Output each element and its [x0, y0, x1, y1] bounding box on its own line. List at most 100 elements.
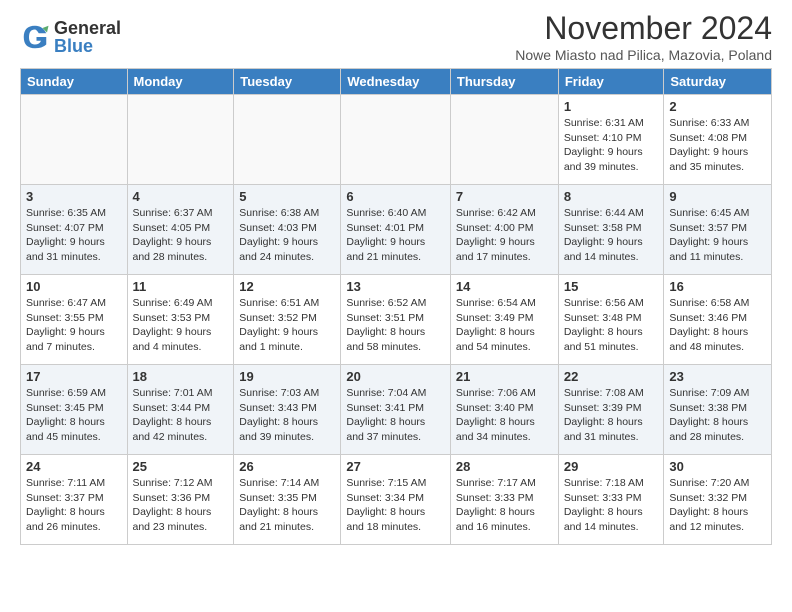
calendar-cell: 15 Sunrise: 6:56 AM Sunset: 3:48 PM Dayli… — [558, 275, 664, 365]
header: General Blue November 2024 Nowe Miasto n… — [0, 0, 792, 68]
day-number: 5 — [239, 189, 335, 204]
day-number: 18 — [133, 369, 229, 384]
day-info: Sunrise: 6:54 AM Sunset: 3:49 PM Dayligh… — [456, 296, 553, 355]
calendar-cell: 16Sunrise: 6:58 AM Sunset: 3:46 PM Dayli… — [664, 275, 772, 365]
logo-blue-text: Blue — [54, 37, 121, 55]
day-info: Sunrise: 6:42 AM Sunset: 4:00 PM Dayligh… — [456, 206, 553, 265]
day-info: Sunrise: 7:18 AM Sunset: 3:33 PM Dayligh… — [564, 476, 659, 535]
day-info: Sunrise: 7:03 AM Sunset: 3:43 PM Dayligh… — [239, 386, 335, 445]
calendar-table: SundayMondayTuesdayWednesdayThursdayFrid… — [20, 68, 772, 545]
day-info: Sunrise: 6:47 AM Sunset: 3:55 PM Dayligh… — [26, 296, 122, 355]
day-number: 14 — [456, 279, 553, 294]
day-number: 17 — [26, 369, 122, 384]
day-info: Sunrise: 6:40 AM Sunset: 4:01 PM Dayligh… — [346, 206, 445, 265]
day-number: 28 — [456, 459, 553, 474]
logo-general-text: General — [54, 19, 121, 37]
day-info: Sunrise: 7:20 AM Sunset: 3:32 PM Dayligh… — [669, 476, 766, 535]
day-info: Sunrise: 6:45 AM Sunset: 3:57 PM Dayligh… — [669, 206, 766, 265]
calendar-cell: 14 Sunrise: 6:54 AM Sunset: 3:49 PM Dayli… — [450, 275, 558, 365]
day-number: 6 — [346, 189, 445, 204]
day-number: 22 — [564, 369, 659, 384]
column-header-tuesday: Tuesday — [234, 69, 341, 95]
calendar-cell: 3Sunrise: 6:35 AM Sunset: 4:07 PM Daylig… — [21, 185, 128, 275]
day-info: Sunrise: 7:04 AM Sunset: 3:41 PM Dayligh… — [346, 386, 445, 445]
calendar-cell: 18Sunrise: 7:01 AM Sunset: 3:44 PM Dayli… — [127, 365, 234, 455]
week-row-5: 24Sunrise: 7:11 AM Sunset: 3:37 PM Dayli… — [21, 455, 772, 545]
calendar-cell: 22Sunrise: 7:08 AM Sunset: 3:39 PM Dayli… — [558, 365, 664, 455]
day-info: Sunrise: 6:58 AM Sunset: 3:46 PM Dayligh… — [669, 296, 766, 355]
calendar-cell: 17 Sunrise: 6:59 AM Sunset: 3:45 PM Dayli… — [21, 365, 128, 455]
calendar-cell — [21, 95, 128, 185]
calendar-cell: 27 Sunrise: 7:15 AM Sunset: 3:34 PM Dayli… — [341, 455, 451, 545]
calendar-cell: 29 Sunrise: 7:18 AM Sunset: 3:33 PM Dayli… — [558, 455, 664, 545]
calendar-header-row: SundayMondayTuesdayWednesdayThursdayFrid… — [21, 69, 772, 95]
column-header-friday: Friday — [558, 69, 664, 95]
day-number: 7 — [456, 189, 553, 204]
column-header-thursday: Thursday — [450, 69, 558, 95]
day-info: Sunrise: 6:44 AM Sunset: 3:58 PM Dayligh… — [564, 206, 659, 265]
calendar-cell: 20 Sunrise: 7:04 AM Sunset: 3:41 PM Dayli… — [341, 365, 451, 455]
week-row-1: 1Sunrise: 6:31 AM Sunset: 4:10 PM Daylig… — [21, 95, 772, 185]
day-info: Sunrise: 6:31 AM Sunset: 4:10 PM Dayligh… — [564, 116, 659, 175]
day-info: Sunrise: 7:09 AM Sunset: 3:38 PM Dayligh… — [669, 386, 766, 445]
calendar-cell: 13Sunrise: 6:52 AM Sunset: 3:51 PM Dayli… — [341, 275, 451, 365]
column-header-monday: Monday — [127, 69, 234, 95]
calendar-cell: 2 Sunrise: 6:33 AM Sunset: 4:08 PM Daylig… — [664, 95, 772, 185]
month-title: November 2024 — [515, 10, 772, 47]
calendar-cell: 19Sunrise: 7:03 AM Sunset: 3:43 PM Dayli… — [234, 365, 341, 455]
day-number: 27 — [346, 459, 445, 474]
day-info: Sunrise: 7:15 AM Sunset: 3:34 PM Dayligh… — [346, 476, 445, 535]
day-number: 26 — [239, 459, 335, 474]
subtitle: Nowe Miasto nad Pilica, Mazovia, Poland — [515, 47, 772, 63]
day-number: 29 — [564, 459, 659, 474]
day-info: Sunrise: 7:12 AM Sunset: 3:36 PM Dayligh… — [133, 476, 229, 535]
day-info: Sunrise: 7:17 AM Sunset: 3:33 PM Dayligh… — [456, 476, 553, 535]
calendar-cell: 7 Sunrise: 6:42 AM Sunset: 4:00 PM Daylig… — [450, 185, 558, 275]
day-info: Sunrise: 7:14 AM Sunset: 3:35 PM Dayligh… — [239, 476, 335, 535]
calendar-cell: 5 Sunrise: 6:38 AM Sunset: 4:03 PM Daylig… — [234, 185, 341, 275]
day-info: Sunrise: 6:56 AM Sunset: 3:48 PM Dayligh… — [564, 296, 659, 355]
day-info: Sunrise: 7:11 AM Sunset: 3:37 PM Dayligh… — [26, 476, 122, 535]
day-number: 15 — [564, 279, 659, 294]
day-number: 21 — [456, 369, 553, 384]
week-row-4: 17 Sunrise: 6:59 AM Sunset: 3:45 PM Dayli… — [21, 365, 772, 455]
day-info: Sunrise: 6:51 AM Sunset: 3:52 PM Dayligh… — [239, 296, 335, 355]
day-number: 9 — [669, 189, 766, 204]
day-info: Sunrise: 6:38 AM Sunset: 4:03 PM Dayligh… — [239, 206, 335, 265]
day-info: Sunrise: 6:59 AM Sunset: 3:45 PM Dayligh… — [26, 386, 122, 445]
week-row-2: 3Sunrise: 6:35 AM Sunset: 4:07 PM Daylig… — [21, 185, 772, 275]
day-number: 4 — [133, 189, 229, 204]
day-info: Sunrise: 6:33 AM Sunset: 4:08 PM Dayligh… — [669, 116, 766, 175]
calendar-cell: 6 Sunrise: 6:40 AM Sunset: 4:01 PM Daylig… — [341, 185, 451, 275]
calendar-cell: 25 Sunrise: 7:12 AM Sunset: 3:36 PM Dayli… — [127, 455, 234, 545]
calendar-cell: 9 Sunrise: 6:45 AM Sunset: 3:57 PM Daylig… — [664, 185, 772, 275]
logo-icon — [20, 22, 50, 52]
calendar-cell: 21Sunrise: 7:06 AM Sunset: 3:40 PM Dayli… — [450, 365, 558, 455]
column-header-saturday: Saturday — [664, 69, 772, 95]
week-row-3: 10 Sunrise: 6:47 AM Sunset: 3:55 PM Dayli… — [21, 275, 772, 365]
calendar-cell: 12 Sunrise: 6:51 AM Sunset: 3:52 PM Dayli… — [234, 275, 341, 365]
column-header-sunday: Sunday — [21, 69, 128, 95]
calendar-cell — [341, 95, 451, 185]
day-number: 2 — [669, 99, 766, 114]
calendar-cell — [234, 95, 341, 185]
day-number: 25 — [133, 459, 229, 474]
title-section: November 2024 Nowe Miasto nad Pilica, Ma… — [515, 10, 772, 63]
day-number: 8 — [564, 189, 659, 204]
calendar-cell: 4Sunrise: 6:37 AM Sunset: 4:05 PM Daylig… — [127, 185, 234, 275]
logo: General Blue — [20, 19, 121, 55]
calendar-cell — [450, 95, 558, 185]
calendar-cell: 23 Sunrise: 7:09 AM Sunset: 3:38 PM Dayli… — [664, 365, 772, 455]
calendar-cell: 8 Sunrise: 6:44 AM Sunset: 3:58 PM Daylig… — [558, 185, 664, 275]
calendar-cell: 24Sunrise: 7:11 AM Sunset: 3:37 PM Dayli… — [21, 455, 128, 545]
day-number: 20 — [346, 369, 445, 384]
calendar-cell — [127, 95, 234, 185]
day-number: 10 — [26, 279, 122, 294]
day-number: 23 — [669, 369, 766, 384]
day-number: 12 — [239, 279, 335, 294]
day-info: Sunrise: 6:52 AM Sunset: 3:51 PM Dayligh… — [346, 296, 445, 355]
calendar-cell: 10 Sunrise: 6:47 AM Sunset: 3:55 PM Dayli… — [21, 275, 128, 365]
calendar-cell: 1Sunrise: 6:31 AM Sunset: 4:10 PM Daylig… — [558, 95, 664, 185]
day-info: Sunrise: 6:49 AM Sunset: 3:53 PM Dayligh… — [133, 296, 229, 355]
calendar-cell: 11Sunrise: 6:49 AM Sunset: 3:53 PM Dayli… — [127, 275, 234, 365]
